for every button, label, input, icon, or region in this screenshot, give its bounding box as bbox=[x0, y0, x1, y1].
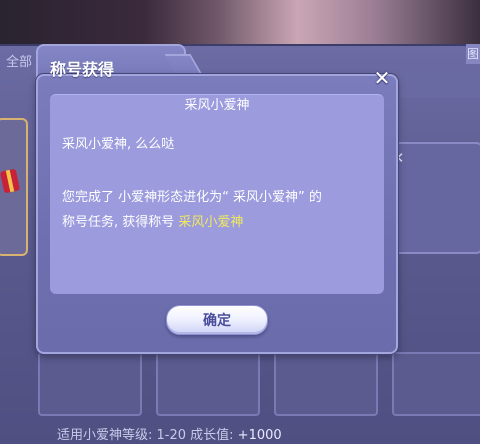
close-icon[interactable]: ✕ bbox=[371, 68, 393, 88]
message-header: 采风小爱神 bbox=[184, 98, 250, 113]
confirm-button[interactable]: 确定 bbox=[166, 305, 268, 335]
background-right-strip bbox=[400, 70, 480, 98]
earned-title-name: 采风小爱神 bbox=[178, 215, 244, 230]
game-scene-banner bbox=[0, 0, 480, 46]
growth-value: +1000 bbox=[237, 428, 282, 443]
level-growth-info: 适用小爱神等级: 1-20 成长值: +1000 bbox=[57, 424, 282, 444]
level-growth-label: 适用小爱神等级: 1-20 成长值: bbox=[57, 428, 238, 443]
message-line-1: 您完成了 小爱神形态进化为“ 采风小爱神” 的 bbox=[62, 190, 322, 205]
item-slot[interactable] bbox=[38, 352, 142, 416]
dialog-title: 称号获得 bbox=[50, 60, 115, 79]
item-slot[interactable] bbox=[156, 352, 260, 416]
item-slot[interactable] bbox=[274, 352, 378, 416]
message-line-2-prefix: 称号任务, 获得称号 bbox=[62, 215, 179, 230]
greeting-text: 采风小爱神, 么么哒 bbox=[62, 137, 175, 152]
item-slot[interactable] bbox=[392, 352, 480, 416]
tab-right-edge[interactable]: 图 bbox=[466, 44, 480, 64]
tab-all[interactable]: 全部 bbox=[0, 50, 40, 76]
message-line-2: 称号任务, 获得称号 采风小爱神 bbox=[62, 211, 243, 230]
